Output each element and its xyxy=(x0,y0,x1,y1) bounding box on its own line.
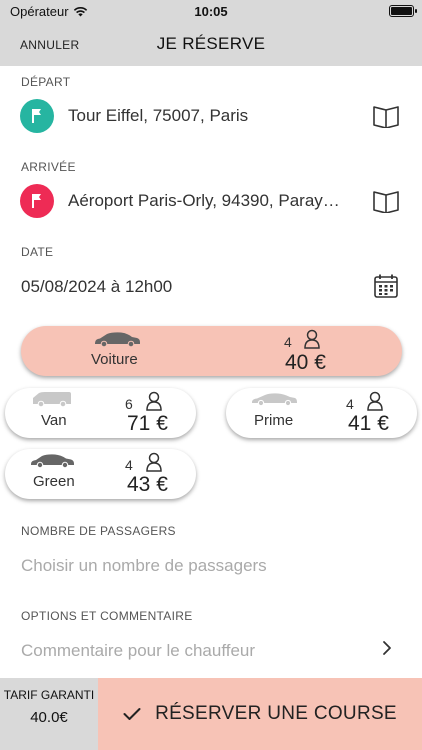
departure-flag-icon xyxy=(20,99,54,133)
vehicle-option-green[interactable]: Green 4 43 € xyxy=(5,449,196,499)
seat-count: 6 xyxy=(125,396,133,412)
seat-count: 4 xyxy=(125,457,133,473)
seat-count: 4 xyxy=(346,396,354,412)
vehicle-option-van[interactable]: Van 6 71 € xyxy=(5,388,196,438)
departure-book-icon[interactable] xyxy=(372,102,400,130)
comment-field[interactable]: Commentaire pour le chauffeur xyxy=(21,641,361,661)
departure-label: DÉPART xyxy=(21,75,71,89)
status-bar: Opérateur 10:05 xyxy=(0,0,422,24)
person-icon xyxy=(367,391,383,411)
arrival-field[interactable]: Aéroport Paris-Orly, 94390, Paray-Vieill… xyxy=(68,191,344,211)
bottom-bar: TARIF GARANTI 40.0€ RÉSERVER UNE COURSE xyxy=(0,678,422,750)
vehicle-name: Voiture xyxy=(91,351,138,368)
vehicle-option-prime[interactable]: Prime 4 41 € xyxy=(226,388,417,438)
clock: 10:05 xyxy=(194,4,228,19)
vehicle-option-voiture[interactable]: Voiture 4 40 € xyxy=(21,326,402,376)
chevron-right-icon[interactable] xyxy=(382,640,392,656)
arrival-label: ARRIVÉE xyxy=(21,160,76,174)
van-icon xyxy=(33,392,71,407)
date-field[interactable]: 05/08/2024 à 12h00 xyxy=(21,277,341,297)
tariff-label: TARIF GARANTI xyxy=(3,688,95,702)
person-icon xyxy=(304,329,320,349)
vehicle-name: Green xyxy=(33,473,75,490)
nav-bar: ANNULER JE RÉSERVE xyxy=(0,24,422,66)
checkmark-icon xyxy=(123,708,141,720)
tariff-value: 40.0€ xyxy=(30,709,68,726)
passengers-label: NOMBRE DE PASSAGERS xyxy=(21,524,176,538)
options-label: OPTIONS ET COMMENTAIRE xyxy=(21,609,193,623)
page-title: JE RÉSERVE xyxy=(156,34,266,53)
seat-count: 4 xyxy=(284,334,292,350)
vehicle-price: 40 € xyxy=(285,351,326,374)
book-ride-button[interactable]: RÉSERVER UNE COURSE xyxy=(98,678,422,750)
prime-car-icon xyxy=(252,393,297,406)
passengers-field[interactable]: Choisir un nombre de passagers xyxy=(21,556,401,576)
vehicle-price: 71 € xyxy=(127,412,168,435)
vehicle-price: 41 € xyxy=(348,412,389,435)
date-label: DATE xyxy=(21,245,54,259)
book-ride-label: RÉSERVER UNE COURSE xyxy=(155,703,397,724)
car-icon xyxy=(95,332,140,347)
calendar-icon[interactable] xyxy=(372,272,400,300)
vehicle-price: 43 € xyxy=(127,473,168,496)
tariff-box: TARIF GARANTI 40.0€ xyxy=(0,678,98,750)
arrival-flag-icon xyxy=(20,184,54,218)
battery-icon xyxy=(389,5,417,17)
arrival-book-icon[interactable] xyxy=(372,187,400,215)
vehicle-name: Van xyxy=(41,412,67,429)
person-icon xyxy=(146,391,162,411)
person-icon xyxy=(146,452,162,472)
green-car-icon xyxy=(31,454,74,468)
departure-field[interactable]: Tour Eiffel, 75007, Paris xyxy=(68,106,358,126)
vehicle-name: Prime xyxy=(254,412,294,429)
